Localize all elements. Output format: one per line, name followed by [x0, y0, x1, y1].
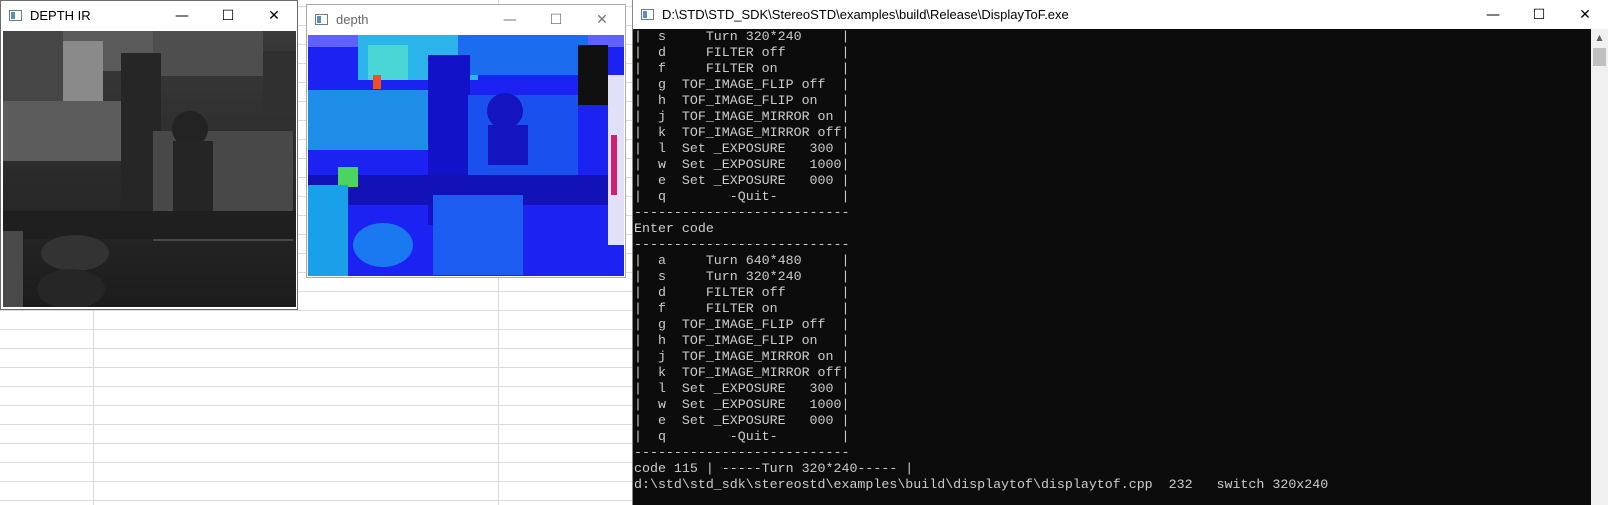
console-line: | l Set _EXPOSURE 300 | — [634, 381, 850, 396]
console-text: | s Turn 320*240 | | d FILTER off | | f … — [633, 29, 1591, 493]
minimize-icon[interactable]: — — [159, 1, 205, 30]
console-line: | d FILTER off | — [634, 285, 850, 300]
console-line: | a Turn 640*480 | — [634, 253, 850, 268]
depth-titlebar[interactable]: depth — ☐ ✕ — [307, 5, 625, 34]
maximize-icon[interactable]: ☐ — [533, 5, 579, 34]
console-line: | s Turn 320*240 | — [634, 29, 850, 44]
console-line: | q -Quit- | — [634, 189, 850, 204]
window-title: DEPTH IR — [30, 8, 91, 23]
minimize-icon[interactable]: — — [487, 5, 533, 34]
console-line: | e Set _EXPOSURE 000 | — [634, 413, 850, 428]
console-line: | j TOF_IMAGE_MIRROR on | — [634, 109, 850, 124]
console-line: | s Turn 320*240 | — [634, 269, 850, 284]
maximize-icon[interactable]: ☐ — [1516, 0, 1562, 29]
depth-ir-image — [3, 31, 296, 307]
console-line: | k TOF_IMAGE_MIRROR off| — [634, 125, 850, 140]
console-line: --------------------------- — [634, 237, 850, 252]
console-line: | q -Quit- | — [634, 429, 850, 444]
console-line: | g TOF_IMAGE_FLIP off | — [634, 77, 850, 92]
window-app-icon — [315, 14, 328, 25]
console-line: --------------------------- — [634, 205, 850, 220]
console-line: | l Set _EXPOSURE 300 | — [634, 141, 850, 156]
depth-colormap-render — [308, 35, 624, 276]
console-line: | e Set _EXPOSURE 000 | — [634, 173, 850, 188]
console-line: | k TOF_IMAGE_MIRROR off| — [634, 365, 850, 380]
console-output[interactable]: | s Turn 320*240 | | d FILTER off | | f … — [633, 29, 1591, 505]
depth-ir-image-render — [3, 31, 296, 307]
console-line: | h TOF_IMAGE_FLIP on | — [634, 333, 850, 348]
console-line: | f FILTER on | — [634, 61, 850, 76]
console-line: | d FILTER off | — [634, 45, 850, 60]
console-line: | w Set _EXPOSURE 1000| — [634, 397, 850, 412]
depth-ir-titlebar[interactable]: DEPTH IR — ☐ ✕ — [1, 1, 297, 30]
depth-colormap-image — [308, 35, 624, 276]
close-icon[interactable]: ✕ — [251, 1, 297, 30]
console-line: Enter code — [634, 221, 714, 236]
scroll-up-arrow-icon[interactable]: ▲ — [1591, 29, 1608, 46]
console-line: | j TOF_IMAGE_MIRROR on | — [634, 349, 850, 364]
close-icon[interactable]: ✕ — [1562, 0, 1608, 29]
scrollbar-thumb[interactable] — [1593, 48, 1606, 66]
window-title: depth — [336, 12, 369, 27]
depth-ir-window[interactable]: DEPTH IR — ☐ ✕ — [0, 0, 298, 310]
close-icon[interactable]: ✕ — [579, 5, 625, 34]
console-line: d:\std\std_sdk\stereostd\examples\build\… — [634, 477, 1329, 492]
console-window-title: D:\STD\STD_SDK\StereoSTD\examples\build\… — [662, 7, 1069, 22]
console-line: code 115 | -----Turn 320*240----- | — [634, 461, 914, 476]
console-scrollbar[interactable]: ▲ — [1591, 29, 1608, 505]
console-line: | h TOF_IMAGE_FLIP on | — [634, 93, 850, 108]
console-line: | g TOF_IMAGE_FLIP off | — [634, 317, 850, 332]
maximize-icon[interactable]: ☐ — [205, 1, 251, 30]
console-window[interactable]: D:\STD\STD_SDK\StereoSTD\examples\build\… — [632, 0, 1608, 505]
window-app-icon — [9, 10, 22, 21]
console-line: --------------------------- — [634, 445, 850, 460]
console-line: | f FILTER on | — [634, 301, 850, 316]
console-titlebar[interactable]: D:\STD\STD_SDK\StereoSTD\examples\build\… — [633, 0, 1608, 29]
depth-window[interactable]: depth — ☐ ✕ — [306, 4, 626, 278]
console-app-icon — [641, 9, 654, 20]
minimize-icon[interactable]: — — [1470, 0, 1516, 29]
console-line: | w Set _EXPOSURE 1000| — [634, 157, 850, 172]
